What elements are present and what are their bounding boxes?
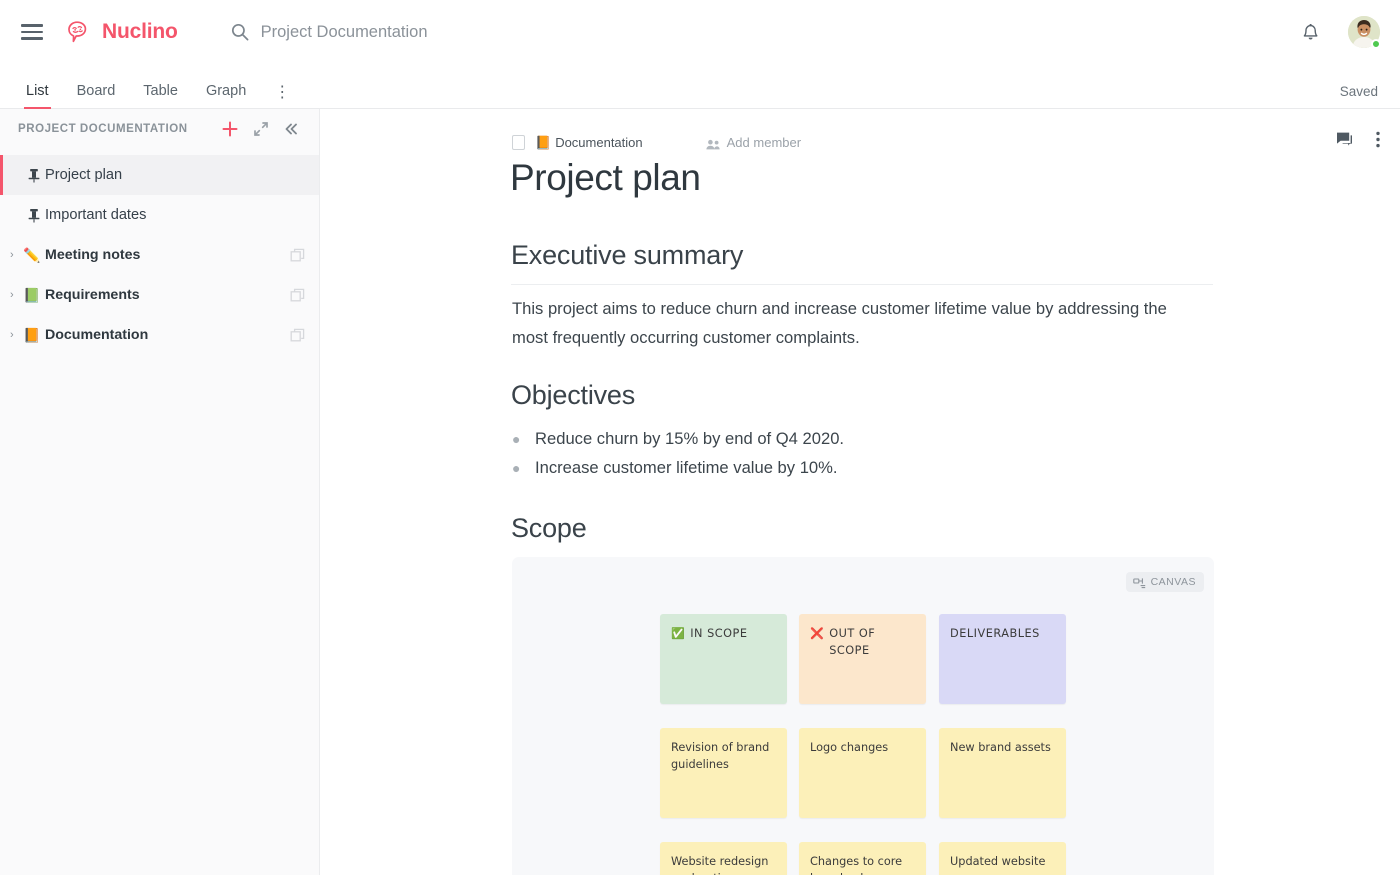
- sidebar-item-meeting-notes[interactable]: › ✏️ Meeting notes: [0, 235, 319, 275]
- sidebar-item-label: Documentation: [45, 327, 148, 343]
- canvas-note-label: Revision of brand guidelines: [671, 739, 776, 773]
- search-input[interactable]: [261, 23, 861, 42]
- list-item-label: Reduce churn by 15% by end of Q4 2020.: [535, 424, 844, 453]
- view-tabs: List Board Table Graph ⋮: [26, 83, 290, 108]
- collection-stack-icon: [290, 288, 305, 303]
- brand-logo-link[interactable]: Nuclino: [66, 20, 178, 44]
- canvas-note-label: DELIVERABLES: [950, 625, 1040, 642]
- canvas-note-label: Changes to core brand values: [810, 853, 915, 875]
- sidebar: PROJECT DOCUMENTATION: [0, 109, 320, 875]
- paragraph-executive-summary: This project aims to reduce churn and in…: [512, 294, 1202, 352]
- list-item: ● Reduce churn by 15% by end of Q4 2020.: [512, 424, 1202, 453]
- pushpin-icon: [23, 168, 45, 183]
- sidebar-item-label: Requirements: [45, 287, 140, 303]
- chevron-right-icon[interactable]: ›: [10, 290, 22, 301]
- top-header: Nuclino: [0, 0, 1400, 64]
- canvas-note-label: Website redesign exploration: [671, 853, 776, 875]
- bullet-dot: ●: [512, 425, 535, 454]
- list-item-label: Increase customer lifetime value by 10%.: [535, 453, 838, 482]
- dots-vertical-icon[interactable]: [1376, 131, 1380, 148]
- orange-book-icon: 📙: [535, 136, 551, 149]
- list-item: ● Increase customer lifetime value by 10…: [512, 453, 1202, 482]
- bullet-dot: ●: [512, 454, 535, 483]
- objectives-list: ● Reduce churn by 15% by end of Q4 2020.…: [512, 424, 1202, 482]
- add-member-label: Add member: [727, 135, 801, 150]
- canvas-note-label: Logo changes: [810, 739, 888, 756]
- canvas-badge[interactable]: CANVAS: [1126, 572, 1204, 592]
- avatar[interactable]: [1348, 16, 1380, 48]
- collection-stack-icon: [290, 248, 305, 263]
- page-title[interactable]: Project plan: [510, 157, 701, 199]
- sidebar-item-project-plan[interactable]: Project plan: [0, 155, 319, 195]
- sidebar-item-label: Project plan: [45, 167, 122, 183]
- document-pane: 📙 Documentation Add member Project plan …: [320, 109, 1400, 875]
- view-tabbar: List Board Table Graph ⋮ Saved: [0, 64, 1400, 109]
- sidebar-item-list: Project plan Important dates › ✏️ Meetin…: [0, 155, 319, 355]
- canvas-note-logo-changes[interactable]: Logo changes: [799, 728, 926, 818]
- sidebar-workspace-title: PROJECT DOCUMENTATION: [18, 123, 219, 135]
- comment-icon[interactable]: [1336, 131, 1353, 148]
- expand-icon[interactable]: [251, 119, 271, 139]
- collection-stack-icon: [290, 328, 305, 343]
- save-status-label: Saved: [1340, 84, 1378, 99]
- breadcrumb[interactable]: Documentation: [555, 135, 642, 150]
- canvas-note-changes-core-brand-values[interactable]: Changes to core brand values: [799, 842, 926, 875]
- tab-list[interactable]: List: [26, 83, 49, 108]
- people-icon: [706, 137, 721, 148]
- orange-book-icon: 📙: [23, 327, 45, 344]
- canvas-note-new-brand-assets[interactable]: New brand assets: [939, 728, 1066, 818]
- square-outline-icon[interactable]: [512, 135, 525, 150]
- bell-icon[interactable]: [1301, 22, 1320, 42]
- pencil-icon: ✏️: [23, 247, 45, 264]
- search-bar[interactable]: [231, 23, 1301, 42]
- hamburger-menu-icon[interactable]: [21, 24, 43, 40]
- canvas-note-label: Updated website: [950, 853, 1045, 870]
- tab-table[interactable]: Table: [143, 83, 178, 108]
- canvas-note-website-redesign-exploration[interactable]: Website redesign exploration: [660, 842, 787, 875]
- tab-board[interactable]: Board: [77, 83, 116, 108]
- add-item-button[interactable]: [219, 118, 241, 140]
- chevron-right-icon[interactable]: ›: [10, 330, 22, 341]
- section-heading-executive-summary: Executive summary: [511, 240, 1213, 285]
- canvas-note-revision-brand-guidelines[interactable]: Revision of brand guidelines: [660, 728, 787, 818]
- canvas-note-in-scope[interactable]: ✅ IN SCOPE: [660, 614, 787, 704]
- canvas-note-updated-website[interactable]: Updated website: [939, 842, 1066, 875]
- green-book-icon: 📗: [23, 287, 45, 304]
- canvas-note-label: OUT OF SCOPE: [829, 625, 915, 659]
- canvas-icon: [1133, 576, 1146, 588]
- nuclino-brain-icon: [66, 20, 96, 44]
- sidebar-header: PROJECT DOCUMENTATION: [0, 109, 319, 149]
- tab-graph[interactable]: Graph: [206, 83, 246, 108]
- document-meta-row: 📙 Documentation Add member: [512, 135, 801, 150]
- document-toolbar: [1336, 131, 1390, 148]
- section-heading-scope: Scope: [511, 513, 1213, 544]
- status-badge-online: [1371, 39, 1381, 49]
- sidebar-item-label: Important dates: [45, 207, 146, 223]
- check-mark-icon: ✅: [671, 625, 685, 642]
- chevron-double-left-icon[interactable]: [281, 119, 301, 139]
- sidebar-item-important-dates[interactable]: Important dates: [0, 195, 319, 235]
- sidebar-item-documentation[interactable]: › 📙 Documentation: [0, 315, 319, 355]
- sidebar-item-label: Meeting notes: [45, 247, 140, 263]
- brand-name: Nuclino: [102, 20, 178, 44]
- tab-more-button[interactable]: ⋮: [274, 85, 290, 108]
- canvas-note-label: IN SCOPE: [690, 625, 747, 642]
- section-heading-objectives: Objectives: [511, 380, 1213, 411]
- search-icon: [231, 23, 249, 41]
- cross-mark-icon: ❌: [810, 625, 824, 642]
- canvas-note-out-of-scope[interactable]: ❌ OUT OF SCOPE: [799, 614, 926, 704]
- pushpin-icon: [23, 208, 45, 223]
- canvas-note-deliverables[interactable]: DELIVERABLES: [939, 614, 1066, 704]
- sidebar-item-requirements[interactable]: › 📗 Requirements: [0, 275, 319, 315]
- canvas-badge-label: CANVAS: [1151, 576, 1196, 588]
- canvas-note-label: New brand assets: [950, 739, 1051, 756]
- canvas-embed[interactable]: CANVAS ✅ IN SCOPE ❌ OUT OF SCOPE DELIVER…: [512, 557, 1214, 875]
- add-member-button[interactable]: Add member: [706, 135, 801, 150]
- chevron-right-icon[interactable]: ›: [10, 250, 22, 261]
